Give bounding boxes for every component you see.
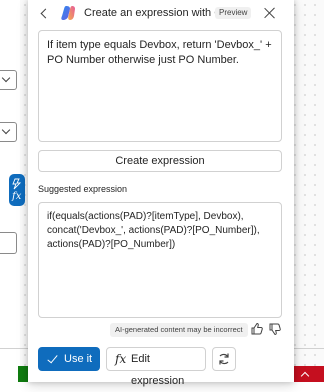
thumbs-down-icon[interactable]	[268, 322, 282, 336]
suggested-expression-label: Suggested expression	[38, 184, 128, 194]
refresh-icon	[219, 353, 229, 365]
create-expression-button[interactable]: Create expression	[38, 150, 282, 172]
ai-disclaimer-badge: AI-generated content may be incorrect	[110, 323, 248, 337]
chevron-up-icon	[300, 371, 310, 381]
fx-icon: fx	[115, 352, 127, 366]
edit-expression-button[interactable]: fx Edit expression	[106, 347, 206, 387]
svg-text:fx: fx	[11, 191, 22, 202]
property-dropdown-1[interactable]	[0, 70, 17, 90]
use-it-button[interactable]: Use it	[38, 347, 100, 371]
copilot-fx-icon: fx	[11, 178, 22, 202]
back-button[interactable]	[36, 6, 52, 22]
edit-expression-label: Edit expression	[131, 353, 185, 387]
panel-header: Create an expression with Copilot Previe…	[28, 0, 294, 28]
regenerate-button[interactable]	[212, 347, 236, 371]
suggested-expression-textarea[interactable]: if(equals(actions(PAD)?[itemType], Devbo…	[38, 202, 282, 318]
preview-badge: Preview	[215, 7, 252, 19]
copilot-logo-icon	[61, 6, 75, 20]
close-button[interactable]	[262, 5, 278, 21]
property-dropdown-2[interactable]	[0, 122, 17, 142]
fx-badge-button[interactable]: fx	[9, 174, 25, 206]
chevron-down-icon	[1, 125, 11, 135]
chevron-down-icon	[1, 73, 11, 83]
copilot-expression-panel: Create an expression with Copilot Previe…	[28, 0, 294, 387]
use-it-label: Use it	[64, 353, 93, 365]
prompt-textarea[interactable]: If item type equals Devbox, return 'Devb…	[38, 30, 282, 142]
property-input[interactable]	[0, 232, 17, 254]
checkmark-icon	[47, 352, 58, 364]
thumbs-up-icon[interactable]	[250, 322, 264, 336]
